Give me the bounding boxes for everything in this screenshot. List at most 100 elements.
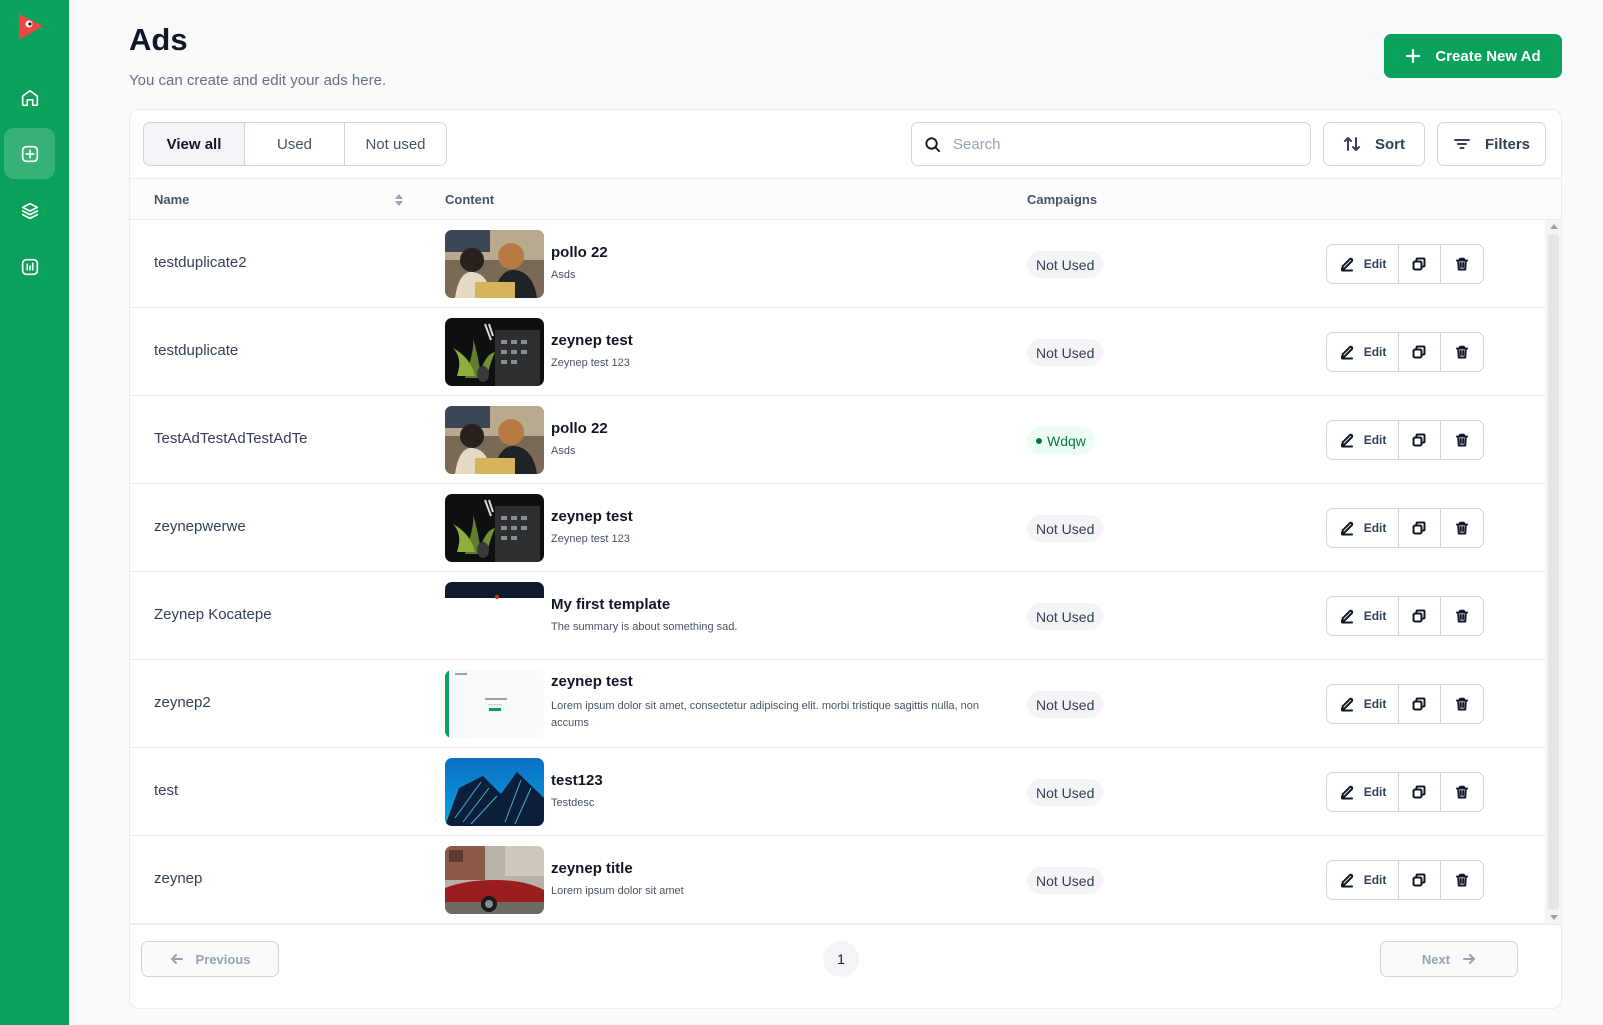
tab-not-used[interactable]: Not used <box>345 123 446 165</box>
ad-content-description: Lorem ipsum dolor sit amet <box>551 885 684 897</box>
edit-label: Edit <box>1363 609 1387 623</box>
edit-button[interactable]: Edit <box>1327 685 1400 723</box>
delete-button[interactable] <box>1441 597 1483 635</box>
trash-icon <box>1455 433 1468 447</box>
previous-page-button[interactable]: Previous <box>141 941 279 977</box>
tab-view-all[interactable]: View all <box>144 123 245 165</box>
edit-button[interactable]: Edit <box>1327 333 1400 371</box>
duplicate-button[interactable] <box>1399 861 1441 899</box>
column-header-campaigns: Campaigns <box>1027 192 1098 207</box>
duplicate-button[interactable] <box>1399 333 1441 371</box>
ad-name: Zeynep Kocatepe <box>154 606 272 623</box>
edit-button[interactable]: Edit <box>1327 245 1400 283</box>
copy-icon <box>1412 433 1426 447</box>
table-body: testduplicate2 pollo 22 Asds Not Used Ed… <box>130 220 1545 924</box>
delete-button[interactable] <box>1441 861 1483 899</box>
tab-used[interactable]: Used <box>245 123 345 165</box>
edit-button[interactable]: Edit <box>1327 773 1400 811</box>
edit-label: Edit <box>1363 345 1387 359</box>
duplicate-button[interactable] <box>1399 245 1441 283</box>
table-row[interactable]: testduplicate zeynep test Zeynep test 12… <box>130 308 1545 396</box>
row-actions: Edit <box>1326 420 1484 460</box>
edit-button[interactable]: Edit <box>1327 421 1400 459</box>
edit-label: Edit <box>1363 433 1387 447</box>
scrollbar-thumb[interactable] <box>1548 234 1559 910</box>
ad-thumbnail <box>445 758 544 826</box>
plus-icon <box>1406 48 1421 64</box>
sidebar <box>0 0 69 1025</box>
ad-content-title: zeynep test <box>551 508 633 525</box>
pencil-icon <box>1340 609 1353 624</box>
table-row[interactable]: TestAdTestAdTestAdTe pollo 22 Asds Wdqw … <box>130 396 1545 484</box>
sort-arrows-icon[interactable] <box>394 192 404 208</box>
ad-name: TestAdTestAdTestAdTe <box>154 430 308 447</box>
campaign-badge: Not Used <box>1027 779 1104 806</box>
edit-label: Edit <box>1363 257 1387 271</box>
campaign-badge: Wdqw <box>1027 427 1095 454</box>
home-icon <box>21 89 38 106</box>
delete-button[interactable] <box>1441 421 1483 459</box>
duplicate-button[interactable] <box>1399 421 1441 459</box>
duplicate-button[interactable] <box>1399 509 1441 547</box>
page-number-current[interactable]: 1 <box>823 941 859 977</box>
ad-name: zeynepwerwe <box>154 518 246 535</box>
delete-button[interactable] <box>1441 685 1483 723</box>
edit-button[interactable]: Edit <box>1327 597 1400 635</box>
ad-thumbnail <box>445 846 544 914</box>
duplicate-button[interactable] <box>1399 597 1441 635</box>
table-row[interactable]: zeynep zeynep title Lorem ipsum dolor si… <box>130 836 1545 924</box>
sidebar-item-analytics[interactable] <box>4 241 55 292</box>
column-header-name[interactable]: Name <box>154 192 189 207</box>
app-logo[interactable] <box>16 12 46 42</box>
filters-button[interactable]: Filters <box>1437 122 1546 166</box>
sidebar-item-layers[interactable] <box>4 185 55 236</box>
filters-label: Filters <box>1484 135 1530 153</box>
pagination: Previous 1 Next <box>130 924 1561 1008</box>
next-label: Next <box>1421 951 1451 967</box>
ad-name: test <box>154 782 179 799</box>
row-actions: Edit <box>1326 684 1484 724</box>
table-row[interactable]: test test123 Testdesc Not Used Edit <box>130 748 1545 836</box>
delete-button[interactable] <box>1441 773 1483 811</box>
scroll-up-arrow-icon[interactable] <box>1550 224 1558 229</box>
sort-icon <box>1344 137 1360 151</box>
next-page-button[interactable]: Next <box>1380 941 1518 977</box>
row-actions: Edit <box>1326 244 1484 284</box>
ad-content-title: pollo 22 <box>551 244 608 261</box>
table-scrollbar[interactable] <box>1545 220 1561 924</box>
campaign-badge: Not Used <box>1027 515 1104 542</box>
campaign-badge: Not Used <box>1027 867 1104 894</box>
table-row[interactable]: Zeynep Kocatepe My first template The su… <box>130 572 1545 660</box>
campaign-badge: Not Used <box>1027 339 1104 366</box>
table-row[interactable]: testduplicate2 pollo 22 Asds Not Used Ed… <box>130 220 1545 308</box>
trash-icon <box>1455 345 1468 359</box>
sidebar-item-home[interactable] <box>4 72 55 123</box>
create-new-ad-button[interactable]: Create New Ad <box>1384 34 1562 78</box>
table-row[interactable]: zeynepwerwe zeynep test Zeynep test 123 … <box>130 484 1545 572</box>
filter-lines-icon <box>1453 139 1470 149</box>
table-row[interactable]: zeynep2 zeynep test Lorem ipsum dolor si… <box>130 660 1545 748</box>
delete-button[interactable] <box>1441 245 1483 283</box>
ad-content-title: zeynep test <box>551 673 633 690</box>
duplicate-button[interactable] <box>1399 773 1441 811</box>
arrow-right-icon <box>1463 954 1476 964</box>
ad-thumbnail <box>445 406 544 474</box>
edit-button[interactable]: Edit <box>1327 861 1400 899</box>
ad-content-description: Asds <box>551 269 576 281</box>
chart-icon <box>21 258 38 275</box>
ad-content-description: Testdesc <box>551 797 595 809</box>
sidebar-item-ads[interactable] <box>4 128 55 179</box>
sort-button[interactable]: Sort <box>1323 122 1425 166</box>
search-box <box>911 122 1311 166</box>
delete-button[interactable] <box>1441 509 1483 547</box>
table-header: Name Content Campaigns <box>130 178 1561 220</box>
duplicate-button[interactable] <box>1399 685 1441 723</box>
search-input[interactable] <box>953 135 1283 153</box>
delete-button[interactable] <box>1441 333 1483 371</box>
layers-icon <box>21 202 38 219</box>
scroll-down-arrow-icon[interactable] <box>1550 915 1558 920</box>
copy-icon <box>1412 609 1426 623</box>
edit-button[interactable]: Edit <box>1327 509 1400 547</box>
pencil-icon <box>1340 785 1353 800</box>
copy-icon <box>1412 257 1426 271</box>
